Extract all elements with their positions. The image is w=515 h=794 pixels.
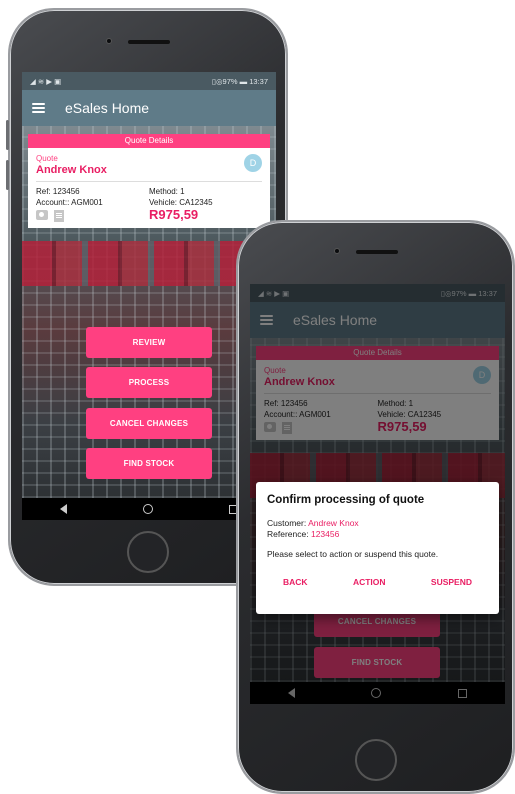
earpiece-speaker	[128, 40, 170, 44]
find-stock-button[interactable]: FIND STOCK	[86, 448, 212, 479]
quote-amount: R975,59	[149, 207, 199, 222]
home-icon[interactable]	[143, 504, 153, 514]
dialog-title: Confirm processing of quote	[267, 494, 425, 506]
home-hardware-button	[355, 739, 397, 781]
quote-method: Method: 1	[149, 187, 185, 196]
phone-right: ◢ ≋ ▶ ▣ ▯◎97% ▬ 13:37 eSales Home Quote …	[236, 220, 515, 794]
avatar: D	[244, 154, 262, 172]
quote-card[interactable]: Quote Details Quote Andrew Knox D Ref: 1…	[28, 134, 270, 228]
divider	[36, 181, 262, 182]
dialog-message: Please select to action or suspend this …	[267, 549, 439, 559]
back-button[interactable]: BACK	[283, 577, 308, 587]
reference-value: 123456	[310, 529, 340, 539]
status-icons-left: ◢ ≋ ▶ ▣	[30, 76, 62, 86]
process-button[interactable]: PROCESS	[86, 367, 212, 398]
reference-label: Reference:	[267, 529, 309, 539]
action-button[interactable]: ACTION	[353, 577, 386, 587]
customer-name: Andrew Knox	[36, 164, 107, 176]
home-hardware-button	[127, 531, 169, 573]
review-button[interactable]: REVIEW	[86, 327, 212, 358]
customer-label: Customer:	[267, 518, 307, 528]
app-bar: eSales Home	[22, 90, 276, 126]
signature-icon[interactable]	[54, 210, 64, 222]
earpiece-speaker	[356, 250, 398, 254]
back-icon[interactable]	[60, 504, 67, 514]
quote-ref: Ref: 123456	[36, 187, 80, 196]
front-camera	[334, 248, 340, 254]
screen-right: ◢ ≋ ▶ ▣ ▯◎97% ▬ 13:37 eSales Home Quote …	[250, 284, 505, 704]
confirm-dialog: Confirm processing of quote Customer: An…	[256, 482, 499, 614]
cancel-changes-button[interactable]: CANCEL CHANGES	[86, 408, 212, 439]
quote-account: Account:: AGM001	[36, 198, 103, 207]
front-camera	[106, 38, 112, 44]
status-bar: ◢ ≋ ▶ ▣ ▯◎97% ▬ 13:37	[22, 72, 276, 90]
customer-value: Andrew Knox	[308, 518, 359, 528]
volume-down-button	[6, 160, 9, 190]
camera-icon[interactable]	[36, 210, 48, 220]
quote-label: Quote	[36, 154, 58, 163]
status-icons-right: ▯◎97% ▬ 13:37	[211, 76, 268, 86]
volume-up-button	[6, 120, 9, 150]
app-title: eSales Home	[65, 100, 150, 116]
menu-icon[interactable]	[32, 103, 45, 113]
suspend-button[interactable]: SUSPEND	[431, 577, 472, 587]
quote-section-header: Quote Details	[28, 134, 270, 148]
